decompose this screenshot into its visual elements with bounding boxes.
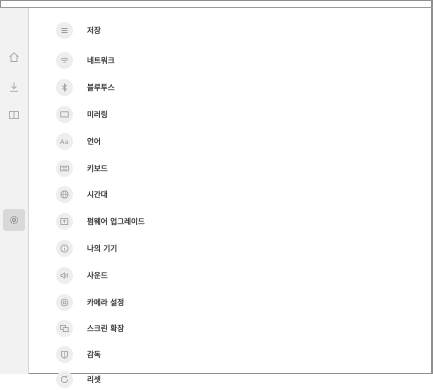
menu-item-label: 사운드 <box>87 270 108 280</box>
menu-item-label: 언어 <box>87 136 101 146</box>
menu-item-reset[interactable]: 리셋 <box>56 368 356 390</box>
menu-item-label: 카메라 설정 <box>87 297 125 307</box>
menu-item-sound[interactable]: 사운드 <box>56 264 356 286</box>
mirroring-icon <box>56 105 73 123</box>
left-nav-rail <box>0 8 29 374</box>
menu-item-timezone[interactable]: 시간대 <box>56 183 356 205</box>
home-icon <box>9 52 19 62</box>
keyboard-icon <box>56 159 73 177</box>
menu-item-mirroring[interactable]: 미러링 <box>56 103 356 125</box>
rail-home-button[interactable] <box>3 46 25 68</box>
menu-item-storage[interactable]: 저장 <box>56 19 356 41</box>
settings-gear-icon <box>9 215 19 225</box>
reset-icon <box>56 370 73 388</box>
menu-item-label: 블루투스 <box>87 82 115 92</box>
supervision-icon <box>56 345 73 363</box>
screen-extend-icon <box>56 319 73 337</box>
menu-item-label: 펌웨어 업그레이드 <box>87 216 145 226</box>
menu-item-label: 리셋 <box>87 374 101 384</box>
storage-icon <box>56 21 73 39</box>
menu-item-my-device[interactable]: 나의 기기 <box>56 237 356 259</box>
menu-item-label: 감독 <box>87 349 101 359</box>
menu-item-label: 저장 <box>87 25 101 35</box>
rail-apps-button[interactable] <box>3 104 25 126</box>
menu-item-camera-settings[interactable]: 카메라 설정 <box>56 291 356 313</box>
bluetooth-icon <box>56 78 73 96</box>
menu-item-supervision[interactable]: 감독 <box>56 343 356 365</box>
menu-item-keyboard[interactable]: 키보드 <box>56 157 356 179</box>
camera-icon <box>56 293 73 311</box>
menu-item-label: 미러링 <box>87 109 108 119</box>
menu-item-firmware-upgrade[interactable]: 펌웨어 업그레이드 <box>56 210 356 232</box>
top-divider <box>0 7 433 8</box>
apps-icon <box>9 111 19 119</box>
menu-item-bluetooth[interactable]: 블루투스 <box>56 76 356 98</box>
menu-item-screen-extend[interactable]: 스크린 확장 <box>56 317 356 339</box>
download-icon <box>10 82 18 92</box>
language-icon: Aa <box>56 132 73 150</box>
menu-item-label: 나의 기기 <box>87 243 118 253</box>
rail-settings-button[interactable] <box>3 209 25 231</box>
menu-item-label: 스크린 확장 <box>87 323 125 333</box>
menu-item-label: 네트워크 <box>87 55 115 65</box>
menu-item-language[interactable]: Aa 언어 <box>56 130 356 152</box>
rail-download-button[interactable] <box>3 76 25 98</box>
firmware-upgrade-icon <box>56 212 73 230</box>
sound-icon <box>56 266 73 284</box>
wifi-icon <box>56 51 73 69</box>
svg-text:Aa: Aa <box>60 138 68 146</box>
menu-item-label: 시간대 <box>87 189 108 199</box>
timezone-globe-icon <box>56 185 73 203</box>
menu-item-network[interactable]: 네트워크 <box>56 49 356 71</box>
device-info-icon <box>56 239 73 257</box>
menu-item-label: 키보드 <box>87 163 108 173</box>
